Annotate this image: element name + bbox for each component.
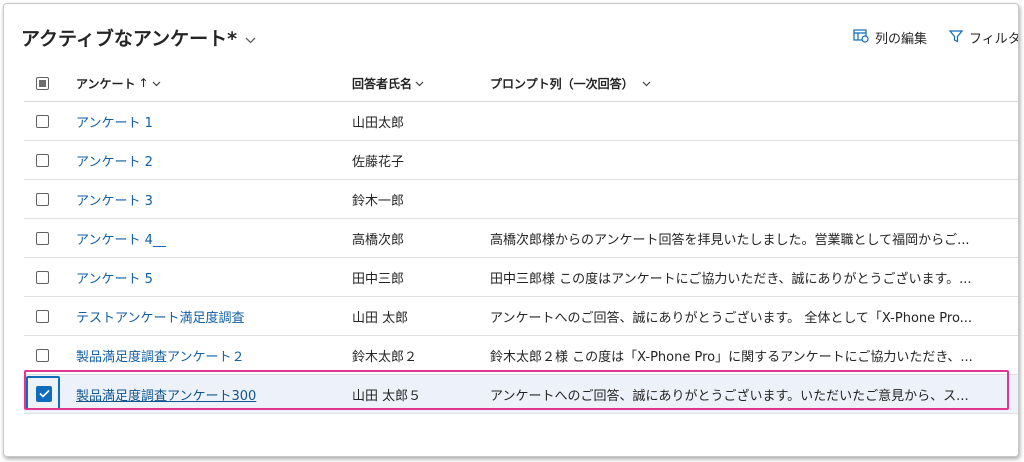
row-checkbox[interactable] xyxy=(36,231,49,245)
row-checkbox[interactable] xyxy=(36,192,49,206)
view-title: アクティブなアンケート* xyxy=(21,28,238,50)
checkmark-icon xyxy=(38,387,50,402)
survey-link[interactable]: 製品満足度調査アンケート２ xyxy=(76,346,244,365)
grid-header-row: アンケート ↑ 回答者氏名 プロンプト列（一次回答） xyxy=(24,65,1018,102)
row-checkbox[interactable] xyxy=(36,114,49,128)
prompt-cell: 鈴木太郎２様 この度は「X-Phone Pro」に関するアンケートにご協力いただ… xyxy=(490,349,973,365)
data-grid: アンケート ↑ 回答者氏名 プロンプト列（一次回答） アンケート 1 山田太郎 … xyxy=(24,65,1018,414)
row-checkbox-cell[interactable] xyxy=(36,141,56,179)
chevron-down-icon xyxy=(415,76,424,90)
row-checkbox-cell[interactable] xyxy=(36,180,56,218)
respondent-cell: 高橋次郎 xyxy=(352,232,405,248)
filter-label: フィルタ xyxy=(969,32,1019,47)
filter-button[interactable]: フィルタ xyxy=(948,28,1019,47)
row-checkbox-cell[interactable] xyxy=(36,336,56,374)
survey-link[interactable]: アンケート 4__ xyxy=(76,229,166,248)
row-checkbox-cell[interactable] xyxy=(36,102,56,140)
respondent-cell: 田中三郎 xyxy=(352,271,405,287)
row-checkbox[interactable] xyxy=(36,309,49,323)
table-row[interactable]: テストアンケート満足度調査 山田 太郎 アンケートへのご回答、誠にありがとうござ… xyxy=(24,297,1018,336)
column-header-respondent-label: 回答者氏名 xyxy=(352,76,413,91)
row-checkbox-cell[interactable] xyxy=(36,375,56,413)
row-checkbox[interactable] xyxy=(36,153,49,167)
table-row[interactable]: 製品満足度調査アンケート２ 鈴木太郎２ 鈴木太郎２様 この度は「X-Phone … xyxy=(24,336,1018,375)
column-header-prompt[interactable]: プロンプト列（一次回答） xyxy=(490,65,990,101)
prompt-cell: アンケートへのご回答、誠にありがとうございます。 全体として「X-Phone P… xyxy=(490,310,973,326)
survey-link[interactable]: 製品満足度調査アンケート300 xyxy=(76,385,256,404)
prompt-cell xyxy=(490,102,990,140)
column-header-prompt-label: プロンプト列（一次回答） xyxy=(490,76,634,91)
table-row[interactable]: アンケート 3 鈴木一郎 xyxy=(24,180,1018,219)
edit-columns-icon xyxy=(853,28,875,47)
table-row-selected[interactable]: 製品満足度調査アンケート300 山田 太郎５ アンケートへのご回答、誠にありがと… xyxy=(24,375,1018,414)
edit-columns-label: 列の編集 xyxy=(875,32,928,47)
prompt-cell: 高橋次郎様からのアンケート回答を拝見いたしました。営業職として福岡からご... xyxy=(490,232,970,248)
respondent-cell: 山田太郎 xyxy=(352,115,405,131)
edit-columns-button[interactable]: 列の編集 xyxy=(853,28,927,47)
respondent-cell: 山田 太郎 xyxy=(352,310,409,326)
sort-ascending-icon: ↑ xyxy=(138,76,149,90)
table-row[interactable]: アンケート 5 田中三郎 田中三郎様 この度はアンケートにご協力いただき、誠にあ… xyxy=(24,258,1018,297)
survey-link[interactable]: アンケート 2 xyxy=(76,151,153,170)
survey-link[interactable]: アンケート 1 xyxy=(76,112,153,131)
row-checkbox[interactable] xyxy=(36,270,49,284)
respondent-cell: 山田 太郎５ xyxy=(352,388,422,404)
row-checkbox-cell[interactable] xyxy=(36,297,56,335)
respondent-cell: 佐藤花子 xyxy=(352,154,405,170)
respondent-cell: 鈴木太郎２ xyxy=(352,349,418,365)
table-row[interactable]: アンケート 2 佐藤花子 xyxy=(24,141,1018,180)
view-header: アクティブなアンケート* 列の編集 フィルタ xyxy=(4,4,1018,68)
view-selector[interactable]: アクティブなアンケート* xyxy=(21,24,256,51)
column-header-survey-label: アンケート xyxy=(76,76,136,91)
prompt-cell xyxy=(490,180,990,218)
chevron-down-icon xyxy=(642,76,651,90)
column-header-survey[interactable]: アンケート ↑ xyxy=(76,65,326,101)
prompt-cell xyxy=(490,141,990,179)
respondent-cell: 鈴木一郎 xyxy=(352,193,405,209)
chevron-down-icon xyxy=(152,76,161,90)
table-row[interactable]: アンケート 4__ 高橋次郎 高橋次郎様からのアンケート回答を拝見いたしました。… xyxy=(24,219,1018,258)
row-checkbox-cell[interactable] xyxy=(36,219,56,257)
chevron-down-icon xyxy=(245,27,256,49)
prompt-cell: 田中三郎様 この度はアンケートにご協力いただき、誠にありがとうございます。... xyxy=(490,271,972,287)
row-checkbox-cell[interactable] xyxy=(36,258,56,296)
survey-link[interactable]: アンケート 5 xyxy=(76,268,153,287)
row-checkbox[interactable] xyxy=(36,348,49,362)
table-row[interactable]: アンケート 1 山田太郎 xyxy=(24,102,1018,141)
column-header-respondent[interactable]: 回答者氏名 xyxy=(352,65,482,101)
select-all-cell[interactable] xyxy=(36,65,56,101)
filter-icon xyxy=(948,29,969,47)
survey-link[interactable]: テストアンケート満足度調査 xyxy=(76,307,244,326)
row-checkbox-checked[interactable] xyxy=(36,386,52,402)
prompt-cell: アンケートへのご回答、誠にありがとうございます。いただいたご意見から、ス... xyxy=(490,388,969,404)
select-all-checkbox[interactable] xyxy=(36,76,49,90)
survey-link[interactable]: アンケート 3 xyxy=(76,190,153,209)
app-window: アクティブなアンケート* 列の編集 フィルタ アンケート ↑ 回答者氏名 プロン… xyxy=(3,3,1019,457)
